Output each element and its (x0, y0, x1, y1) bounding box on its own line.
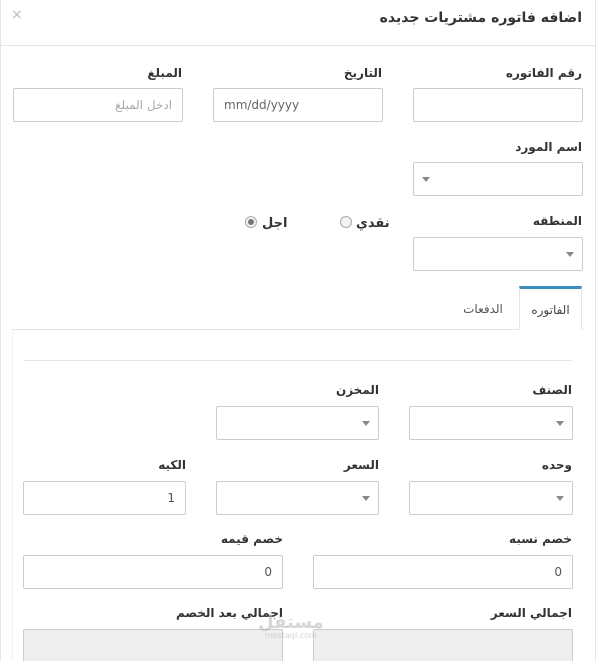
quantity-input[interactable]: 1 (23, 481, 186, 515)
payment-deferred-label: اجل (262, 216, 288, 231)
payment-cash-label: نقدي (356, 216, 390, 231)
total-price-field (313, 629, 573, 661)
close-icon[interactable]: × (11, 7, 23, 23)
supplier-select[interactable] (413, 162, 583, 196)
price-label: السعر (343, 458, 379, 472)
payment-cash-radio[interactable] (340, 216, 352, 228)
total-after-discount-field (23, 629, 283, 661)
region-select[interactable] (413, 237, 583, 271)
unit-label: وحده (541, 458, 572, 472)
price-select[interactable] (216, 481, 379, 515)
discount-percent-label: خصم نسبه (509, 532, 572, 546)
modal-title: اضافه فاتوره مشتريات جديده (379, 10, 582, 26)
warehouse-select[interactable] (216, 406, 379, 440)
tab-payments[interactable]: الدفعات (447, 286, 519, 331)
region-label: المنطقه (532, 214, 582, 228)
date-input[interactable]: mm/dd/yyyy (213, 88, 383, 122)
invoice-number-input[interactable] (413, 88, 583, 122)
divider (24, 360, 572, 361)
invoice-number-label: رقم الفاتوره (505, 66, 582, 80)
chevron-down-icon (566, 252, 574, 257)
watermark-logo: مستقل mostaql.com (258, 612, 324, 640)
discount-value-input[interactable]: 0 (23, 555, 283, 589)
chevron-down-icon (362, 496, 370, 501)
payment-deferred-radio[interactable] (245, 216, 257, 228)
chevron-down-icon (362, 421, 370, 426)
chevron-down-icon (556, 496, 564, 501)
tab-invoice[interactable]: الفاتوره (519, 286, 582, 331)
date-label: التاريخ (343, 66, 382, 80)
unit-select[interactable] (409, 481, 573, 515)
modal-header: × اضافه فاتوره مشتريات جديده (0, 0, 596, 46)
item-select[interactable] (409, 406, 573, 440)
watermark-text: مستقل (258, 612, 324, 633)
discount-percent-input[interactable]: 0 (313, 555, 573, 589)
quantity-label: الكيه (158, 458, 186, 472)
item-label: الصنف (532, 383, 572, 397)
discount-value-label: خصم قيمه (220, 532, 283, 546)
amount-label: المبلغ (147, 66, 182, 80)
supplier-label: اسم المورد (515, 140, 582, 154)
warehouse-label: المخزن (335, 383, 379, 397)
chevron-down-icon (556, 421, 564, 426)
amount-input[interactable]: ادخل المبلغ (13, 88, 183, 122)
total-price-label: اجمالي السعر (490, 606, 572, 620)
chevron-down-icon (422, 177, 430, 182)
watermark-subtext: mostaql.com (265, 631, 317, 640)
